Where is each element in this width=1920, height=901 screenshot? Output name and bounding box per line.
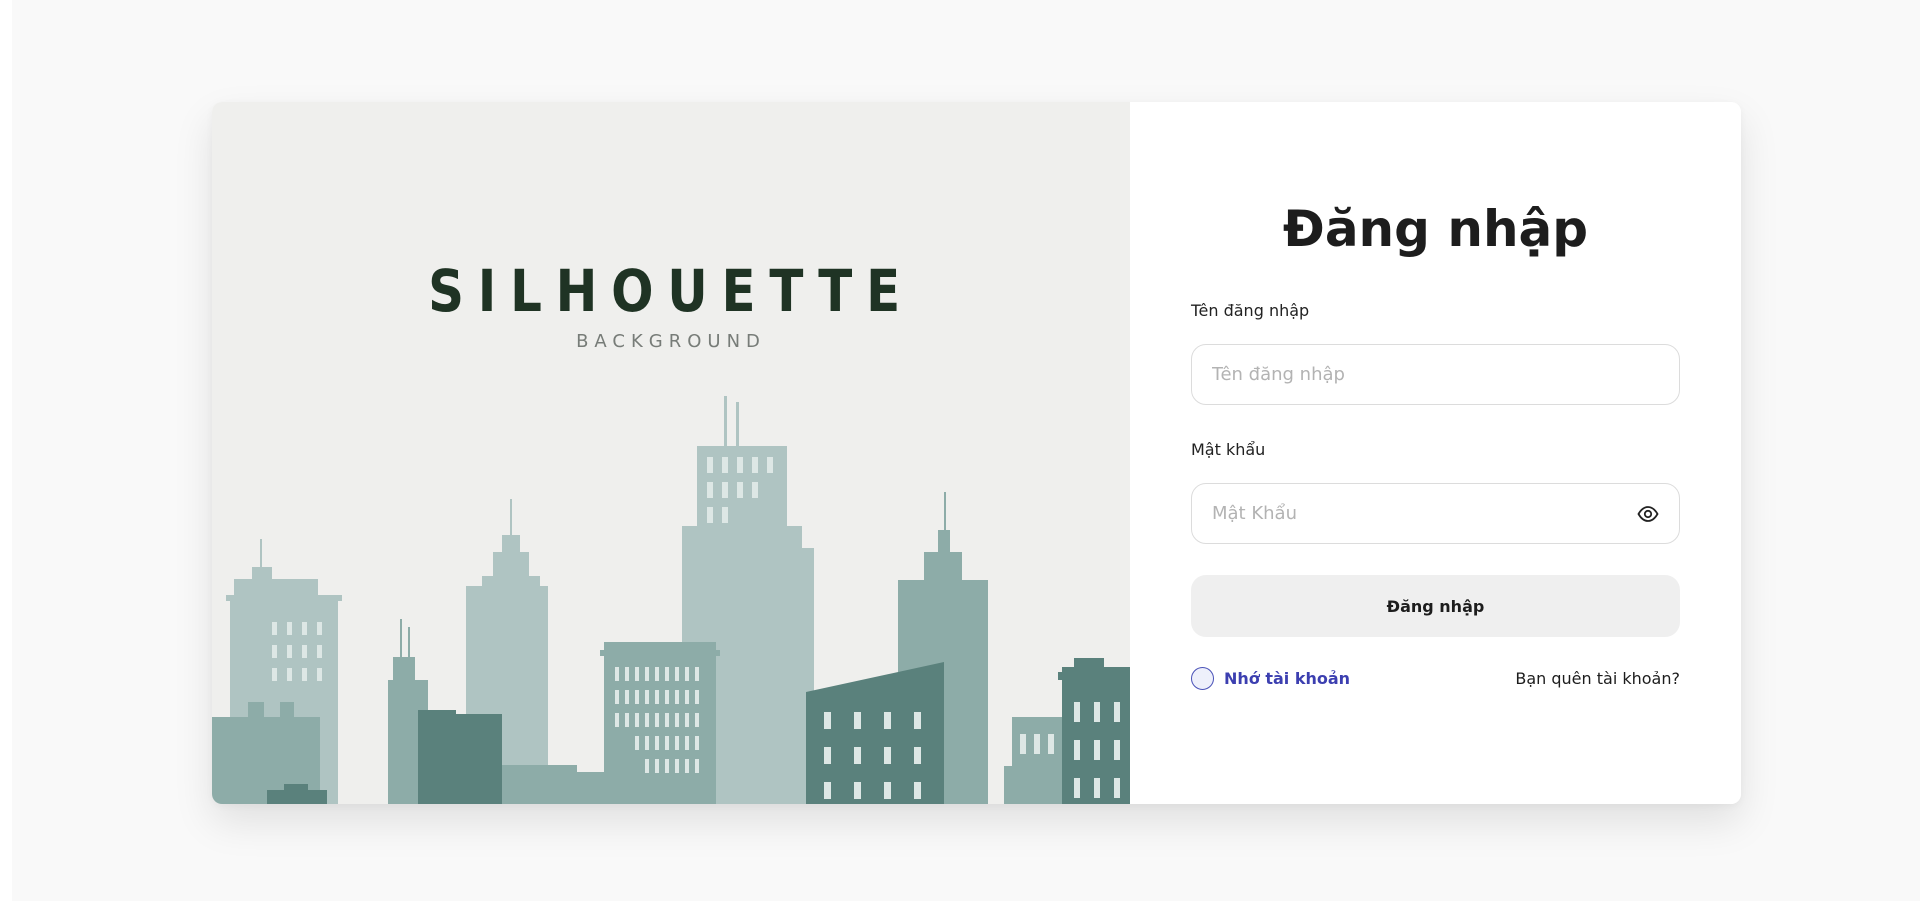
login-button[interactable]: Đăng nhập [1191, 575, 1680, 637]
page-background: SILHOUETTE BACKGROUND Đăng nhập Tên đăng… [12, 0, 1920, 901]
skyline-illustration: SILHOUETTE BACKGROUND [212, 102, 1130, 804]
forgot-account-link[interactable]: Bạn quên tài khoản? [1515, 671, 1680, 687]
password-field-wrapper [1191, 483, 1680, 544]
login-heading: Đăng nhập [1282, 200, 1589, 258]
username-label: Tên đăng nhập [1191, 301, 1310, 320]
remember-account-toggle[interactable]: Nhớ tài khoản [1191, 665, 1350, 691]
password-label: Mật khẩu [1191, 440, 1266, 459]
brand-title: SILHOUETTE [428, 257, 914, 325]
city-skyline-graphic [212, 396, 1130, 804]
eye-icon[interactable] [1637, 504, 1659, 524]
login-form-panel: Đăng nhập Tên đăng nhập Mật khẩu Đăng nh… [1130, 102, 1741, 804]
username-input[interactable] [1212, 345, 1632, 404]
brand-subtitle: BACKGROUND [576, 331, 766, 352]
password-input[interactable] [1212, 484, 1632, 543]
radio-circle-icon[interactable] [1191, 666, 1214, 690]
remember-account-label[interactable]: Nhớ tài khoản [1224, 669, 1350, 688]
login-card: SILHOUETTE BACKGROUND Đăng nhập Tên đăng… [212, 102, 1741, 804]
username-field-wrapper [1191, 344, 1680, 405]
